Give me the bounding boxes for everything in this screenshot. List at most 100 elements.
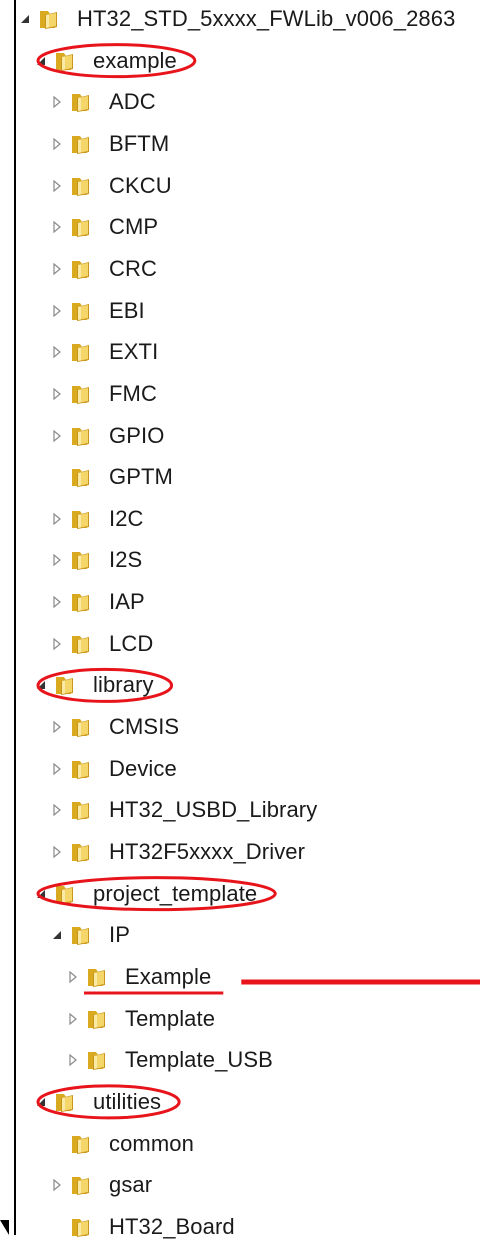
collapsed-arrow-icon[interactable] [48,593,66,611]
tree-item[interactable]: HT32_STD_5xxxx_FWLib_v006_2863 [16,0,455,40]
collapsed-arrow-icon[interactable] [48,343,66,361]
collapsed-arrow-icon[interactable] [48,510,66,528]
tree-item[interactable]: I2C [48,498,144,540]
tree-item[interactable]: example [32,40,177,82]
tree-item[interactable]: LCD [48,623,153,665]
folder-icon [69,258,95,280]
tree-item-label: CMSIS [109,714,180,740]
collapsed-arrow-icon[interactable] [48,218,66,236]
folder-icon [69,175,95,197]
collapsed-arrow-icon[interactable] [48,1176,66,1194]
tree-item[interactable]: IAP [48,581,145,623]
tree-item-label: Device [109,755,177,781]
tree-item[interactable]: HT32F5xxxx_Driver [48,831,305,873]
tree-item-label: ADC [109,89,156,115]
tree-item[interactable]: utilities [32,1081,161,1123]
tree-item[interactable]: Example [64,956,211,998]
collapsed-arrow-icon[interactable] [48,135,66,153]
expanded-arrow-icon[interactable] [32,1093,50,1111]
collapsed-arrow-icon[interactable] [48,260,66,278]
tree-item[interactable]: ADC [48,81,156,123]
folder-icon [53,50,79,72]
tree-item-label: LCD [109,630,154,656]
collapsed-arrow-icon[interactable] [64,1051,82,1069]
tree-item[interactable]: HT32_USBD_Library [48,789,317,831]
tree-item-label: CKCU [109,172,172,198]
tree-item-label: Template_USB [125,1047,273,1073]
tree-item[interactable]: I2S [48,539,142,581]
folder-icon [69,383,95,405]
folder-icon [69,466,95,488]
tree-item[interactable]: gsar [48,1164,152,1206]
tree-item[interactable]: EBI [48,290,145,332]
tree-item[interactable]: GPIO [48,415,164,457]
tree-item-label: GPIO [109,422,165,448]
folder-icon [69,133,95,155]
folder-icon [69,591,95,613]
tree-item-label: example [93,47,177,73]
collapsed-arrow-icon[interactable] [48,302,66,320]
tree-item-label: I2S [109,547,143,573]
tree-item-label: utilities [93,1088,162,1114]
tree-item-label: IAP [109,589,145,615]
collapsed-arrow-icon[interactable] [64,968,82,986]
collapsed-arrow-icon[interactable] [48,427,66,445]
collapsed-arrow-icon[interactable] [48,635,66,653]
collapsed-arrow-icon[interactable] [48,843,66,861]
collapsed-arrow-icon[interactable] [48,385,66,403]
expanded-arrow-icon[interactable] [32,885,50,903]
tree-item-label: CRC [109,255,157,281]
tree-item-label: HT32_USBD_Library [109,797,318,823]
folder-icon [37,8,63,30]
tree-item[interactable]: GPTM [48,456,173,498]
folder-icon [53,883,79,905]
folder-icon [69,549,95,571]
tree-item[interactable]: project_template [32,873,257,915]
tree-item-label: BFTM [109,130,170,156]
tree-item[interactable]: Device [48,748,177,790]
folder-icon [69,425,95,447]
tree-item[interactable]: common [48,1123,194,1165]
tree-item[interactable]: Template [64,998,215,1040]
tree-item[interactable]: Template_USB [64,1039,273,1081]
collapsed-arrow-icon[interactable] [48,551,66,569]
tree-item[interactable]: BFTM [48,123,169,165]
folder-icon [69,1133,95,1155]
tree-item-label: IP [109,922,130,948]
tree-item-label: I2C [109,505,144,531]
expanded-arrow-icon[interactable] [48,926,66,944]
tree-item-label: common [109,1130,194,1156]
tree-item[interactable]: library [32,664,154,706]
collapsed-arrow-icon[interactable] [48,760,66,778]
collapsed-arrow-icon[interactable] [48,718,66,736]
folder-icon [69,758,95,780]
folder-icon [69,633,95,655]
tree-item-label: FMC [109,380,157,406]
folder-icon [53,1091,79,1113]
collapsed-arrow-icon[interactable] [48,801,66,819]
folder-icon [85,1049,111,1071]
tree-item-label: gsar [109,1172,153,1198]
folder-icon [69,716,95,738]
collapsed-arrow-icon[interactable] [48,177,66,195]
tree-item[interactable]: CMP [48,206,158,248]
tree-item-label: EXTI [109,339,159,365]
tree-item[interactable]: FMC [48,373,157,415]
tree-item[interactable]: EXTI [48,331,158,373]
expanded-arrow-icon[interactable] [32,52,50,70]
folder-icon [53,674,79,696]
tree-item[interactable]: CKCU [48,165,172,207]
tree-item[interactable]: HT32_Board [48,1206,235,1248]
tree-item-label: Example [125,963,212,989]
collapsed-arrow-icon[interactable] [48,93,66,111]
collapsed-arrow-icon[interactable] [64,1010,82,1028]
expanded-arrow-icon[interactable] [32,676,50,694]
tree-item[interactable]: CRC [48,248,157,290]
tree-item-label: HT32_Board [109,1213,235,1239]
tree-item[interactable]: CMSIS [48,706,179,748]
folder-icon [69,1174,95,1196]
tree-item[interactable]: IP [48,914,130,956]
expanded-arrow-icon[interactable] [16,10,34,28]
